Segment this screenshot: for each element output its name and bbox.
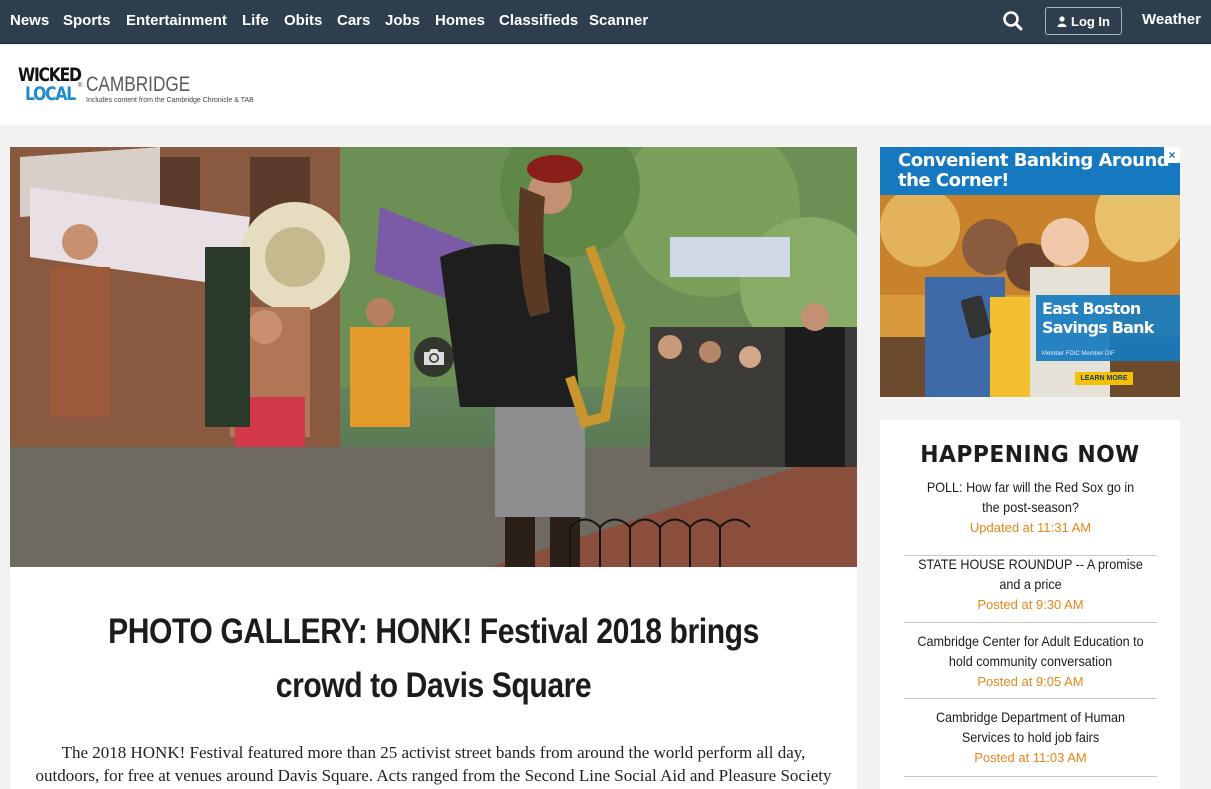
happening-item-headline[interactable]: Cambridge Department of Human Services t… <box>917 708 1145 747</box>
login-button[interactable]: Log In <box>1045 7 1122 35</box>
nav-item-scanner[interactable]: Scanner <box>589 12 648 29</box>
happening-item-headline[interactable]: STATE HOUSE ROUNDUP -- A promise and a p… <box>917 555 1145 594</box>
logo-wicked: WICKED <box>18 64 82 86</box>
logo-local: LOCAL <box>25 83 76 105</box>
nav-item-obits[interactable]: Obits <box>284 12 322 29</box>
nav-item-cars[interactable]: Cars <box>337 12 370 29</box>
happening-now-title: HAPPENING NOW <box>920 442 1140 468</box>
happening-item-headline[interactable]: Cambridge Center for Adult Education to … <box>917 632 1145 671</box>
happening-item-time: Updated at 11:31 AM <box>969 520 1092 535</box>
top-nav: News Sports Entertainment Life Obits Car… <box>0 0 1211 44</box>
nav-item-jobs[interactable]: Jobs <box>385 12 420 29</box>
ad-bank-box: East Boston Savings Bank Member FDIC Mem… <box>1036 295 1180 361</box>
ad-fdic-text: Member FDIC Member DIF <box>1042 351 1115 357</box>
divider <box>904 776 1157 777</box>
nav-item-homes[interactable]: Homes <box>435 12 485 29</box>
hero-photo[interactable] <box>10 147 857 567</box>
article-headline: PHOTO GALLERY: HONK! Festival 2018 bring… <box>108 612 759 705</box>
nav-item-sports[interactable]: Sports <box>63 12 111 29</box>
happening-item-headline[interactable]: POLL: How far will the Red Sox go in the… <box>917 478 1145 517</box>
ad-bank-name: East Boston Savings Bank <box>1042 299 1154 337</box>
happening-item[interactable]: Cambridge Center for Adult Education to … <box>904 632 1157 691</box>
nav-item-classifieds[interactable]: Classifieds <box>499 12 578 29</box>
bank-ad[interactable]: Convenient Banking Around the Corner! × … <box>880 147 1180 397</box>
weather-link[interactable]: Weather <box>1142 11 1201 28</box>
login-label: Log In <box>1071 13 1110 29</box>
logo-city: CAMBRIDGE <box>86 73 191 96</box>
nav-item-life[interactable]: Life <box>242 12 269 29</box>
divider <box>904 698 1157 699</box>
divider <box>904 622 1157 623</box>
site-logo[interactable]: WICKED LOCAL ® CAMBRIDGE Includes conten… <box>18 65 278 109</box>
logo-tagline: Includes content from the Cambridge Chro… <box>86 97 254 104</box>
happening-item[interactable]: POLL: How far will the Red Sox go in the… <box>904 478 1157 537</box>
happening-now-panel: HAPPENING NOW POLL: How far will the Red… <box>880 420 1180 789</box>
site-header: WICKED LOCAL ® CAMBRIDGE Includes conten… <box>0 45 1211 125</box>
registered-mark: ® <box>78 83 83 89</box>
article-lede: The 2018 HONK! Festival featured more th… <box>35 743 832 785</box>
ad-learn-more-button[interactable]: LEARN MORE <box>1075 372 1133 385</box>
happening-item-time: Posted at 9:30 AM <box>977 597 1084 612</box>
ad-close-icon[interactable]: × <box>1164 147 1180 163</box>
article-card: PHOTO GALLERY: HONK! Festival 2018 bring… <box>10 567 857 789</box>
search-button[interactable] <box>1002 10 1024 32</box>
happening-item-time: Posted at 9:05 AM <box>977 674 1084 689</box>
gallery-button[interactable] <box>414 337 454 377</box>
nav-item-entertainment[interactable]: Entertainment <box>126 12 227 29</box>
ad-header: Convenient Banking Around the Corner! <box>880 147 1180 195</box>
ad-title: Convenient Banking Around the Corner! <box>898 150 1170 191</box>
happening-item-time: Posted at 11:03 AM <box>974 750 1087 765</box>
happening-item[interactable]: STATE HOUSE ROUNDUP -- A promise and a p… <box>904 555 1157 614</box>
camera-icon <box>424 349 444 365</box>
happening-item[interactable]: Cambridge Department of Human Services t… <box>904 708 1157 767</box>
nav-item-news[interactable]: News <box>10 12 49 29</box>
search-icon <box>1003 11 1023 31</box>
user-icon <box>1057 15 1067 27</box>
